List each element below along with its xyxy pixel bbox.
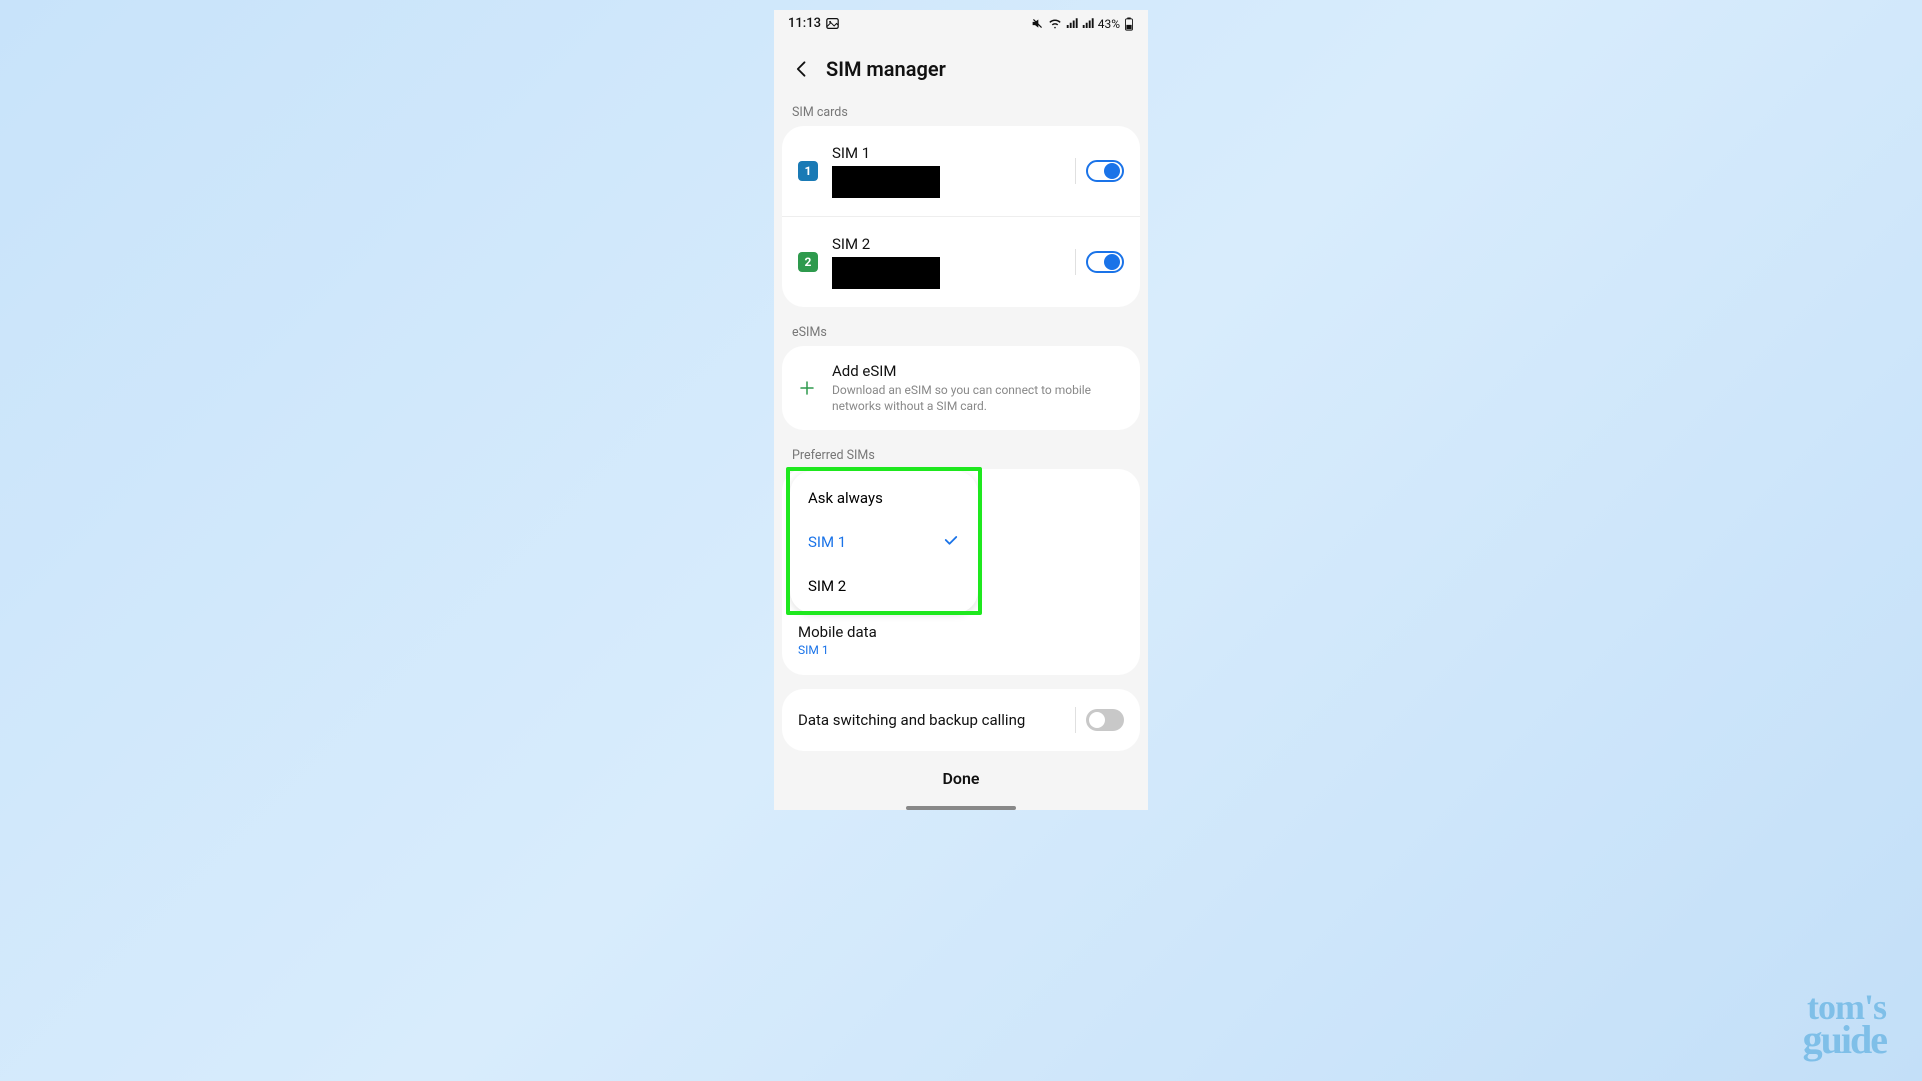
status-time: 11:13 — [788, 16, 821, 31]
mute-icon — [1031, 17, 1044, 30]
divider — [1075, 707, 1076, 733]
dropdown-option-ask-always[interactable]: Ask always — [790, 477, 978, 519]
wifi-icon — [1048, 17, 1062, 30]
esim-card: Add eSIM Download an eSIM so you can con… — [782, 346, 1140, 430]
add-esim-title: Add eSIM — [832, 362, 1124, 380]
gallery-icon — [826, 17, 839, 30]
sim1-name: SIM 1 — [832, 144, 1065, 162]
watermark-logo: tom's guide — [1803, 992, 1886, 1057]
sim2-name: SIM 2 — [832, 235, 1065, 253]
sim-cards-card: 1 SIM 1 2 SIM 2 — [782, 126, 1140, 307]
preferred-mobile-data-row[interactable]: Mobile data SIM 1 — [782, 609, 1140, 671]
add-esim-description: Download an eSIM so you can connect to m… — [832, 382, 1124, 414]
section-preferred-label: Preferred SIMs — [774, 440, 1148, 469]
sim-row-1[interactable]: 1 SIM 1 — [782, 126, 1140, 216]
preferred-sims-card: Ask always SIM 1 SIM 2 Mobile data SIM 1 — [782, 469, 1140, 675]
mobile-data-value: SIM 1 — [798, 643, 1124, 657]
data-switching-title: Data switching and backup calling — [798, 711, 1025, 729]
add-esim-row[interactable]: Add eSIM Download an eSIM so you can con… — [782, 346, 1140, 430]
plus-icon — [798, 378, 816, 398]
preferred-sim-dropdown: Ask always SIM 1 SIM 2 — [790, 471, 978, 613]
phone-frame: 11:13 43% SIM — [774, 10, 1148, 810]
sim1-badge-icon: 1 — [798, 161, 818, 181]
section-esims-label: eSIMs — [774, 317, 1148, 346]
data-switching-card: Data switching and backup calling — [782, 689, 1140, 751]
gesture-bar — [906, 806, 1016, 810]
sim1-carrier-redacted — [832, 166, 940, 198]
data-switching-toggle[interactable] — [1086, 709, 1124, 731]
page-title: SIM manager — [826, 57, 946, 81]
dropdown-option-sim2[interactable]: SIM 2 — [790, 565, 978, 607]
done-button[interactable]: Done — [774, 751, 1148, 806]
logo-bottom: guide — [1803, 1023, 1886, 1057]
page-header: SIM manager — [774, 35, 1148, 97]
signal-icon-2 — [1082, 17, 1094, 30]
divider — [1075, 249, 1076, 275]
back-button[interactable] — [790, 57, 814, 81]
sim2-toggle[interactable] — [1086, 251, 1124, 273]
dropdown-option-label: SIM 2 — [808, 577, 846, 595]
sim2-badge-icon: 2 — [798, 252, 818, 272]
sim1-toggle[interactable] — [1086, 160, 1124, 182]
battery-pct: 43% — [1098, 17, 1120, 31]
signal-icon — [1066, 17, 1078, 30]
check-icon — [942, 531, 960, 553]
data-switching-row[interactable]: Data switching and backup calling — [782, 689, 1140, 751]
sim2-carrier-redacted — [832, 257, 940, 289]
sim-row-2[interactable]: 2 SIM 2 — [782, 216, 1140, 307]
status-bar: 11:13 43% — [774, 10, 1148, 35]
battery-icon — [1124, 17, 1134, 31]
divider — [1075, 158, 1076, 184]
section-sim-cards-label: SIM cards — [774, 97, 1148, 126]
dropdown-option-sim1[interactable]: SIM 1 — [790, 519, 978, 565]
dropdown-option-label: SIM 1 — [808, 533, 846, 551]
mobile-data-title: Mobile data — [798, 623, 1124, 641]
dropdown-option-label: Ask always — [808, 489, 883, 507]
